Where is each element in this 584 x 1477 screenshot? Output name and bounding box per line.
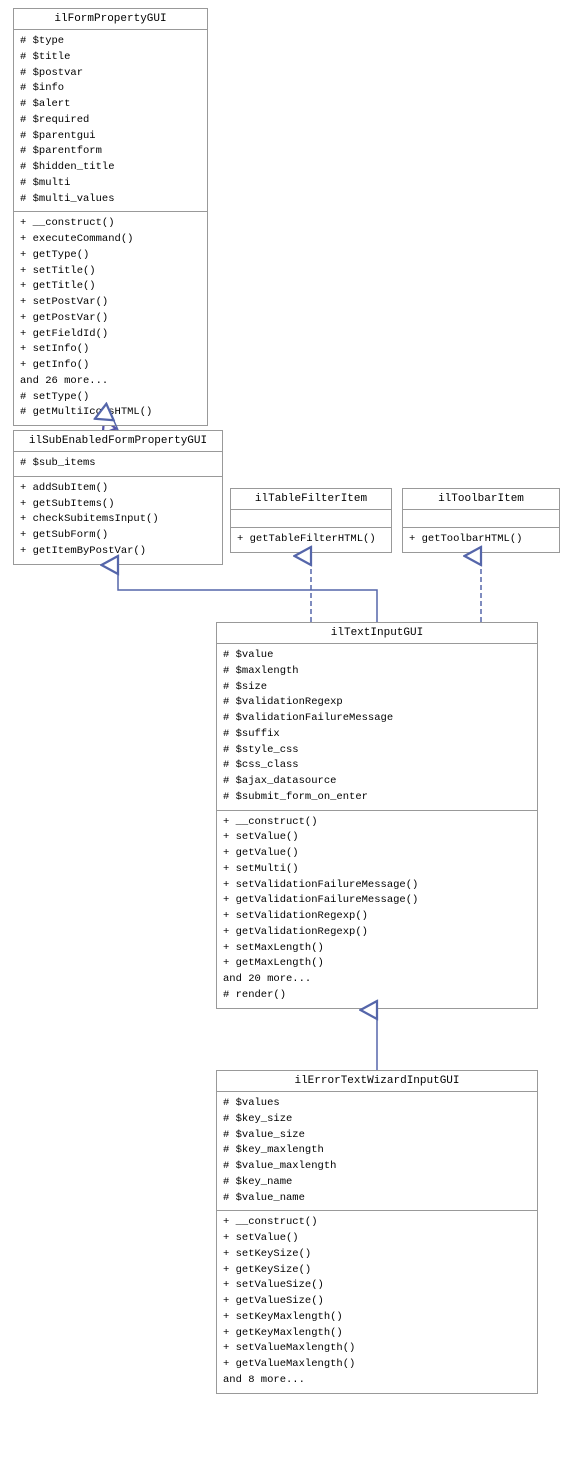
ilTextInputGUI-fields: # $value # $maxlength # $size # $validat… (217, 644, 537, 811)
ilToolbarItem-fields (403, 510, 559, 528)
ilFormPropertyGUI-title: ilFormPropertyGUI (14, 9, 207, 30)
ilErrorTextWizardInputGUI-title: ilErrorTextWizardInputGUI (217, 1071, 537, 1092)
ilErrorTextWizardInputGUI-box: ilErrorTextWizardInputGUI # $values # $k… (216, 1070, 538, 1394)
ilErrorTextWizardInputGUI-methods: + __construct() + setValue() + setKeySiz… (217, 1211, 537, 1392)
ilTextInputGUI-methods: + __construct() + setValue() + getValue(… (217, 811, 537, 1008)
ilSubEnabledFormPropertyGUI-fields: # $sub_items (14, 452, 222, 477)
ilFormPropertyGUI-box: ilFormPropertyGUI # $type # $title # $po… (13, 8, 208, 426)
ilToolbarItem-box: ilToolbarItem + getToolbarHTML() (402, 488, 560, 553)
ilTableFilterItem-box: ilTableFilterItem + getTableFilterHTML() (230, 488, 392, 553)
ilTableFilterItem-methods: + getTableFilterHTML() (231, 528, 391, 552)
ilSubEnabledFormPropertyGUI-title: ilSubEnabledFormPropertyGUI (14, 431, 222, 452)
ilSubEnabledFormPropertyGUI-box: ilSubEnabledFormPropertyGUI # $sub_items… (13, 430, 223, 565)
ilToolbarItem-title: ilToolbarItem (403, 489, 559, 510)
ilToolbarItem-methods: + getToolbarHTML() (403, 528, 559, 552)
ilTableFilterItem-title: ilTableFilterItem (231, 489, 391, 510)
ilTextInputGUI-title: ilTextInputGUI (217, 623, 537, 644)
diagram-container: ilFormPropertyGUI # $type # $title # $po… (0, 0, 584, 1477)
ilTextInputGUI-box: ilTextInputGUI # $value # $maxlength # $… (216, 622, 538, 1009)
ilSubEnabledFormPropertyGUI-methods: + addSubItem() + getSubItems() + checkSu… (14, 477, 222, 564)
ilErrorTextWizardInputGUI-fields: # $values # $key_size # $value_size # $k… (217, 1092, 537, 1211)
ilTableFilterItem-fields (231, 510, 391, 528)
ilFormPropertyGUI-fields: # $type # $title # $postvar # $info # $a… (14, 30, 207, 212)
ilFormPropertyGUI-methods: + __construct() + executeCommand() + get… (14, 212, 207, 425)
